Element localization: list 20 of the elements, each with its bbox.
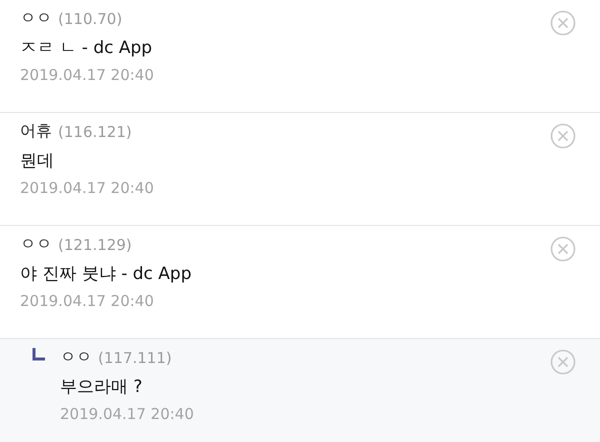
comment-date: 2019.04.17 20:40 <box>60 405 195 423</box>
delete-icon[interactable] <box>550 236 576 262</box>
delete-icon[interactable] <box>550 349 576 375</box>
comment-date: 2019.04.17 20:40 <box>20 179 155 197</box>
comment-author: ㅇㅇ <box>20 234 52 255</box>
comment-text: 부으라매 ? <box>60 376 144 398</box>
ip-address: (117.111) <box>98 348 172 366</box>
delete-icon[interactable] <box>550 123 576 149</box>
ip-address: (116.121) <box>58 122 132 140</box>
comment-text: ㅈㄹ ㄴ - dc App <box>20 37 154 59</box>
delete-icon[interactable] <box>550 10 576 36</box>
comment-date: 2019.04.17 20:40 <box>20 66 155 84</box>
comment-author: 어휴 <box>20 121 52 142</box>
comment-text: 야 진짜 붓냐 - dc App <box>20 263 193 285</box>
comment-author: ㅇㅇ <box>20 8 52 29</box>
comment-text: 뭔데 <box>20 150 55 172</box>
comment-date: 2019.04.17 20:40 <box>20 292 155 310</box>
comment-author: ㅇㅇ <box>60 347 92 368</box>
ip-address: (121.129) <box>58 236 132 254</box>
ip-address: (110.70) <box>58 10 122 28</box>
